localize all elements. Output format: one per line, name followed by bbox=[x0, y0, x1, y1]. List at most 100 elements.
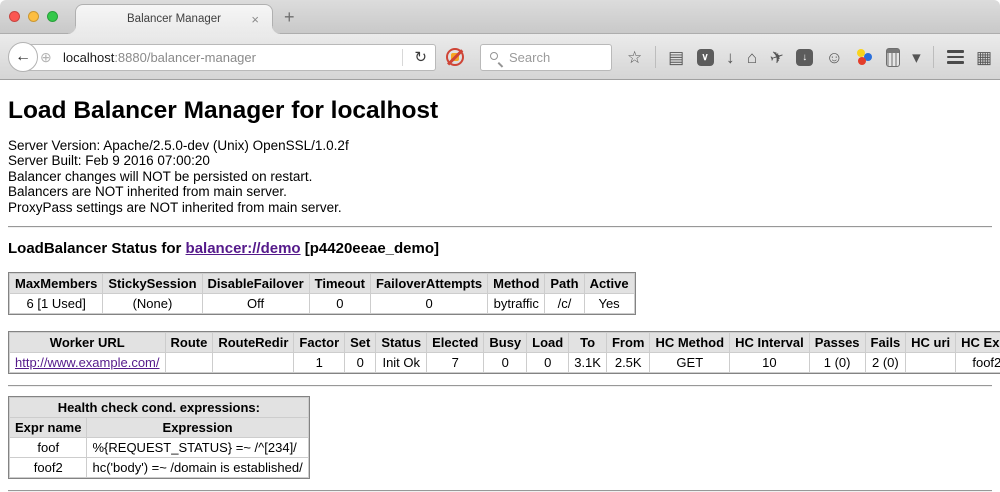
column-header: Active bbox=[585, 274, 634, 293]
pocket-icon[interactable]: ∨ bbox=[697, 49, 714, 66]
column-header: HC Expr bbox=[956, 333, 1000, 352]
close-window-button[interactable] bbox=[9, 11, 20, 22]
page-title: Load Balancer Manager for localhost bbox=[8, 97, 992, 125]
column-header: DisableFailover bbox=[203, 274, 309, 293]
server-version-line: Server Version: Apache/2.5.0-dev (Unix) … bbox=[8, 138, 992, 153]
section-divider bbox=[8, 385, 992, 387]
heading-prefix: LoadBalancer Status for bbox=[8, 240, 186, 257]
column-header: Busy bbox=[484, 333, 526, 352]
column-header: From bbox=[607, 333, 650, 352]
balancer-settings-table: MaxMembersStickySessionDisableFailoverTi… bbox=[8, 272, 636, 315]
url-bar-divider bbox=[402, 49, 403, 66]
tab-bar: Balancer Manager × + bbox=[0, 0, 1000, 33]
tab-balancer-manager[interactable]: Balancer Manager × bbox=[75, 4, 273, 34]
table-cell: 2.5K bbox=[607, 353, 650, 372]
table-cell: (None) bbox=[103, 294, 201, 313]
back-button[interactable]: ← bbox=[8, 42, 38, 72]
zoom-window-button[interactable] bbox=[47, 11, 58, 22]
back-arrow-icon: ← bbox=[15, 48, 31, 65]
column-header: Route bbox=[166, 333, 213, 352]
table-cell: foof2 bbox=[956, 353, 1000, 372]
table-cell: 3.1K bbox=[569, 353, 606, 372]
column-header: Method bbox=[488, 274, 544, 293]
video-download-icon[interactable]: ↓ bbox=[796, 49, 813, 66]
column-header: HC Method bbox=[650, 333, 729, 352]
table-cell: bytraffic bbox=[488, 294, 544, 313]
home-icon[interactable]: ⌂ bbox=[747, 49, 757, 66]
column-header: MaxMembers bbox=[10, 274, 102, 293]
column-header: Path bbox=[545, 274, 583, 293]
table-cell: 0 bbox=[345, 353, 375, 372]
table-cell: 10 bbox=[730, 353, 809, 372]
overflow-caret-icon[interactable]: ▾ bbox=[912, 49, 921, 66]
table-title: Health check cond. expressions: bbox=[10, 398, 308, 417]
plugin-blocked-icon[interactable] bbox=[446, 48, 464, 66]
column-header: Worker URL bbox=[10, 333, 165, 352]
table-row: foof%{REQUEST_STATUS} =~ /^[234]/ bbox=[10, 438, 308, 457]
table-cell: %{REQUEST_STATUS} =~ /^[234]/ bbox=[87, 438, 307, 457]
browser-window: Balancer Manager × + ← ⊕ localhost:8880/… bbox=[0, 0, 1000, 491]
column-header: Fails bbox=[866, 333, 906, 352]
globe-icon: ⊕ bbox=[40, 45, 52, 70]
column-header: Factor bbox=[294, 333, 344, 352]
table-cell: 0 bbox=[484, 353, 526, 372]
balancer-status-heading: LoadBalancer Status for balancer://demo … bbox=[8, 240, 992, 257]
column-header: RouteRedir bbox=[213, 333, 293, 352]
menu-icon[interactable] bbox=[947, 50, 964, 64]
balancer-demo-link[interactable]: balancer://demo bbox=[186, 240, 301, 257]
table-cell: 1 bbox=[294, 353, 344, 372]
url-text: localhost:8880/balancer-manager bbox=[63, 45, 256, 70]
new-tab-button[interactable]: + bbox=[284, 1, 295, 33]
section-divider bbox=[8, 226, 992, 228]
table-cell: 0 bbox=[371, 294, 487, 313]
search-bar[interactable] bbox=[480, 44, 612, 71]
bookmark-star-icon[interactable]: ☆ bbox=[627, 49, 642, 66]
health-check-table: Health check cond. expressions:Expr name… bbox=[8, 396, 310, 479]
search-input[interactable] bbox=[507, 46, 607, 69]
column-header: StickySession bbox=[103, 274, 201, 293]
table-cell bbox=[213, 353, 293, 372]
table-cell: foof bbox=[10, 438, 86, 457]
search-icon bbox=[490, 52, 498, 60]
table-cell bbox=[906, 353, 955, 372]
reload-icon[interactable]: ↻ bbox=[414, 45, 427, 70]
tiles-icon[interactable]: ▦ bbox=[976, 49, 992, 66]
colors-addon-icon[interactable] bbox=[855, 48, 873, 66]
column-header: Elected bbox=[427, 333, 483, 352]
toolbar-icons: ☆ ▤ ∨ ↓ ⌂ ✈ ↓ ☺ ▾ ▦ bbox=[627, 34, 992, 80]
table-row: http://www.example.com/10Init Ok7003.1K2… bbox=[10, 353, 1000, 372]
reading-list-icon[interactable]: ▤ bbox=[668, 49, 684, 66]
downloads-icon[interactable]: ↓ bbox=[726, 49, 735, 66]
table-cell: 6 [1 Used] bbox=[10, 294, 102, 313]
balancers-warning-line: Balancers are NOT inherited from main se… bbox=[8, 184, 992, 199]
column-header: Expr name bbox=[10, 418, 86, 437]
navigation-toolbar: ← ⊕ localhost:8880/balancer-manager ↻ ☆ … bbox=[0, 34, 1000, 80]
toolbar-separator bbox=[655, 46, 656, 68]
table-cell bbox=[166, 353, 213, 372]
tab-title: Balancer Manager bbox=[76, 5, 272, 34]
column-header: Status bbox=[376, 333, 426, 352]
column-header: Set bbox=[345, 333, 375, 352]
server-info: Server Version: Apache/2.5.0-dev (Unix) … bbox=[8, 138, 992, 215]
url-domain: localhost bbox=[63, 50, 114, 65]
table-cell: 0 bbox=[527, 353, 568, 372]
server-built-line: Server Built: Feb 9 2016 07:00:20 bbox=[8, 153, 992, 168]
column-header: HC uri bbox=[906, 333, 955, 352]
table-cell: Off bbox=[203, 294, 309, 313]
table-cell: http://www.example.com/ bbox=[10, 353, 165, 372]
send-tab-icon[interactable]: ✈ bbox=[767, 47, 786, 68]
column-header: HC Interval bbox=[730, 333, 809, 352]
table-cell: 1 (0) bbox=[810, 353, 865, 372]
minimize-window-button[interactable] bbox=[28, 11, 39, 22]
table-cell: GET bbox=[650, 353, 729, 372]
worker-url-link[interactable]: http://www.example.com/ bbox=[15, 355, 160, 370]
tab-close-icon[interactable]: × bbox=[251, 5, 259, 34]
battery-addon-icon[interactable] bbox=[886, 48, 900, 67]
emoji-addon-icon[interactable]: ☺ bbox=[826, 49, 843, 66]
table-cell: 7 bbox=[427, 353, 483, 372]
column-header: Load bbox=[527, 333, 568, 352]
url-bar[interactable]: ⊕ localhost:8880/balancer-manager ↻ bbox=[23, 44, 436, 71]
url-path: :8880/balancer-manager bbox=[114, 50, 256, 65]
page-content: Load Balancer Manager for localhost Serv… bbox=[0, 80, 1000, 491]
table-cell: 2 (0) bbox=[866, 353, 906, 372]
